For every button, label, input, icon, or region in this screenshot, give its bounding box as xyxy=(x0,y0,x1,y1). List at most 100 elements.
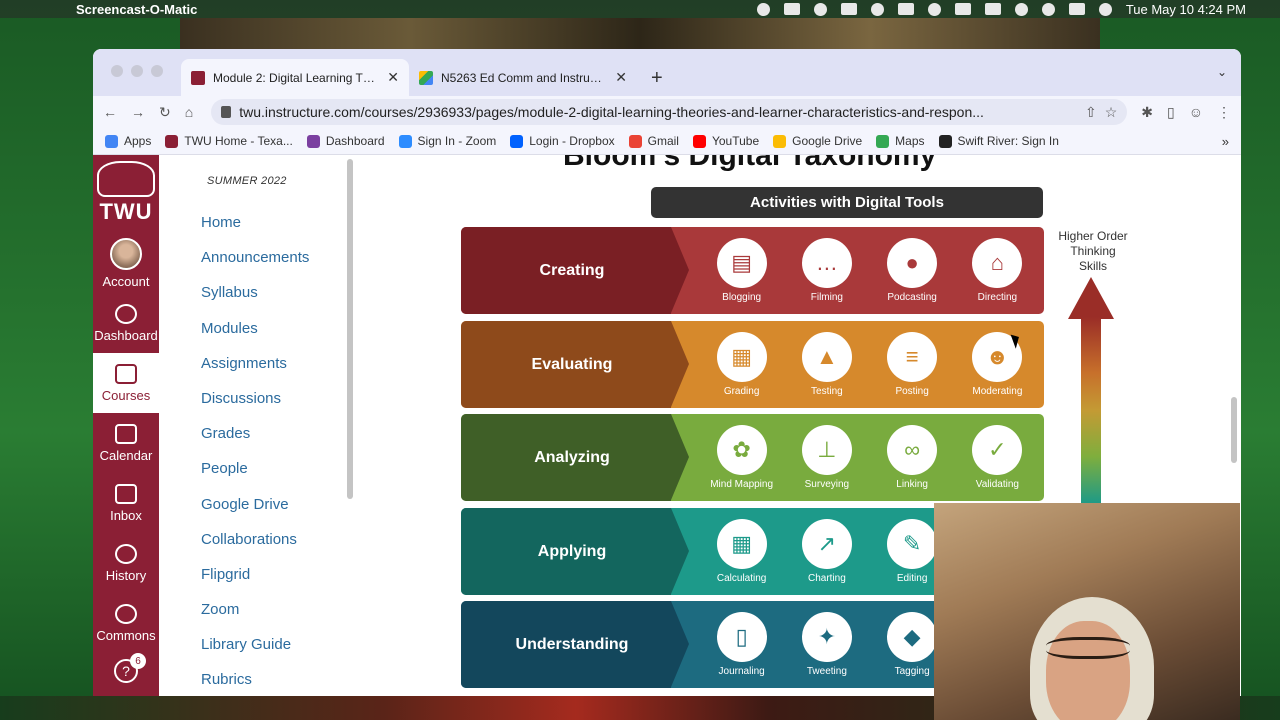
lock-icon[interactable] xyxy=(221,106,232,118)
address-bar[interactable]: twu.instructure.com/courses/2936933/page… xyxy=(211,99,1128,125)
forward-icon[interactable]: → xyxy=(131,104,145,120)
siri-icon[interactable] xyxy=(1098,2,1112,16)
minimize-window-button[interactable] xyxy=(131,65,143,77)
bookmark-item[interactable]: Google Drive xyxy=(773,134,862,148)
back-icon[interactable]: ← xyxy=(103,104,117,120)
new-tab-button[interactable]: + xyxy=(651,67,663,90)
arrow-shaft xyxy=(1081,317,1101,503)
course-nav-link-grades[interactable]: Grades xyxy=(201,416,355,451)
spotlight-search-icon[interactable] xyxy=(1041,2,1055,16)
help-icon[interactable]: ? 6 xyxy=(114,653,146,683)
taxonomy-level-label: Evaluating xyxy=(461,321,689,408)
malwarebytes-icon[interactable] xyxy=(897,3,914,15)
chat-icon: … xyxy=(801,238,852,288)
course-nav-links: Home Announcements Syllabus Modules Assignme… xyxy=(159,205,385,696)
bookmark-favicon-icon xyxy=(105,134,118,148)
global-nav-commons[interactable]: Commons xyxy=(93,593,159,653)
reload-icon[interactable]: ↻ xyxy=(159,104,171,121)
close-tab-icon[interactable]: ✕ xyxy=(615,69,627,86)
course-nav-link-rubrics[interactable]: Rubrics xyxy=(201,662,385,696)
clock-icon xyxy=(115,543,137,564)
tool-label: Editing xyxy=(896,573,928,584)
global-nav-inbox[interactable]: Inbox xyxy=(93,473,159,533)
course-nav-link-library-guide[interactable]: Library Guide xyxy=(201,627,355,662)
home-icon[interactable]: ⌂ xyxy=(185,104,193,120)
profile-icon[interactable]: ☺ xyxy=(1189,104,1203,120)
sidebar-icon[interactable]: ▯ xyxy=(1167,104,1175,121)
tool-label: Linking xyxy=(896,479,928,490)
comment-icon: ≡ xyxy=(887,332,938,382)
moon-icon[interactable] xyxy=(927,2,941,16)
bookmark-item[interactable]: YouTube xyxy=(692,134,759,148)
control-center-icon[interactable] xyxy=(1068,3,1085,15)
taxonomy-level-label: Applying xyxy=(461,508,689,595)
global-nav-calendar[interactable]: Calendar xyxy=(93,413,159,473)
bookmark-label: Maps xyxy=(895,134,925,148)
tool-testing: ▲ Testing xyxy=(787,332,867,397)
bookmark-item[interactable]: Sign In - Zoom xyxy=(398,134,496,148)
course-nav-label: Assignments xyxy=(201,354,287,372)
flask-icon: ▲ xyxy=(801,332,852,382)
course-nav-label: People xyxy=(201,460,248,478)
nav-label: Calendar xyxy=(99,447,153,463)
close-window-button[interactable] xyxy=(111,65,123,77)
course-nav-link-syllabus[interactable]: Syllabus xyxy=(201,275,355,310)
tool-posting: ≡ Posting xyxy=(872,332,952,397)
tool-directing: ⌂ Directing xyxy=(957,238,1037,303)
bookmarks-overflow-icon[interactable]: » xyxy=(1222,134,1229,149)
close-tab-icon[interactable]: ✕ xyxy=(387,69,399,86)
course-nav-link-assignments[interactable]: Assignments xyxy=(201,346,355,381)
wifi-icon[interactable] xyxy=(1014,2,1028,16)
tool-group: ▦ Grading ▲ Testing ≡ Posting ☻ Moderating xyxy=(671,321,1044,408)
global-nav-courses[interactable]: Courses xyxy=(93,353,159,413)
bookmark-item[interactable]: Apps xyxy=(105,134,151,148)
volume-icon[interactable] xyxy=(954,3,971,15)
course-nav-link-zoom[interactable]: Zoom xyxy=(201,592,355,627)
course-nav-link-modules[interactable]: Modules xyxy=(201,311,355,346)
url-text[interactable]: twu.instructure.com/courses/2936933/page… xyxy=(239,104,1077,120)
more-menu-icon[interactable]: ⋮ xyxy=(1217,104,1231,121)
cloud-icon[interactable] xyxy=(813,2,827,16)
course-nav-link-discussions[interactable]: Discussions xyxy=(201,381,355,416)
course-nav-link-home[interactable]: Home xyxy=(201,205,355,240)
bookmark-item[interactable]: Dashboard xyxy=(306,134,385,148)
maximize-window-button[interactable] xyxy=(151,65,163,77)
tab-n5263[interactable]: N5263 Ed Comm and Instruction ✕ xyxy=(409,59,637,96)
chevron-down-icon[interactable]: ⌄ xyxy=(1217,65,1227,79)
course-nav-link-announcements[interactable]: Announcements xyxy=(201,240,355,275)
twu-logo[interactable]: TWU xyxy=(97,161,155,233)
higher-order-label: Higher Order Thinking Skills xyxy=(1058,229,1128,273)
global-nav-history[interactable]: History xyxy=(93,533,159,593)
tool-label: Journaling xyxy=(718,666,765,677)
course-nav-link-google-drive[interactable]: Google Drive xyxy=(201,487,355,522)
bookmark-item[interactable]: Gmail xyxy=(628,134,679,148)
course-nav-link-collaborations[interactable]: Collaborations xyxy=(201,522,355,557)
menubar-app-name[interactable]: Screencast-O-Matic xyxy=(76,2,197,17)
bookmark-item[interactable]: Swift River: Sign In xyxy=(938,134,1059,148)
star-icon[interactable]: ☆ xyxy=(1105,104,1118,121)
share-icon[interactable]: ⇧ xyxy=(1085,104,1097,121)
course-nav-scrollbar[interactable] xyxy=(347,159,353,499)
check-icon: ✓ xyxy=(972,425,1023,475)
course-nav-link-flipgrid[interactable]: Flipgrid xyxy=(201,557,355,592)
global-nav-account[interactable]: Account xyxy=(93,233,159,293)
menubar-status: Tue May 10 4:24 PM xyxy=(756,2,1280,17)
upload-icon[interactable] xyxy=(870,2,884,16)
course-nav-label: Zoom xyxy=(201,601,240,619)
tool-group: ✿ Mind Mapping ⊥ Surveying ∞ Linking ✓ Validati… xyxy=(671,414,1044,501)
bookmark-item[interactable]: Maps xyxy=(876,134,925,148)
tab-module-2[interactable]: Module 2: Digital Learning Theories ✕ xyxy=(181,59,409,96)
record-icon[interactable] xyxy=(756,2,770,16)
menubar-clock[interactable]: Tue May 10 4:24 PM xyxy=(1126,2,1246,17)
course-nav-label: Rubrics xyxy=(201,671,252,689)
content-scrollbar[interactable] xyxy=(1231,397,1237,463)
global-nav-dashboard[interactable]: Dashboard xyxy=(93,293,159,353)
course-nav-link-people[interactable]: People xyxy=(201,451,355,486)
bookmark-item[interactable]: Login - Dropbox xyxy=(510,134,615,148)
extensions-icon[interactable]: ✱ xyxy=(1141,104,1153,121)
battery-icon[interactable] xyxy=(984,3,1001,15)
screen-icon[interactable] xyxy=(783,3,800,15)
bookmark-item[interactable]: TWU Home - Texa... xyxy=(165,134,293,148)
bi-icon[interactable] xyxy=(840,3,857,15)
chart-icon: ↗ xyxy=(801,519,852,569)
